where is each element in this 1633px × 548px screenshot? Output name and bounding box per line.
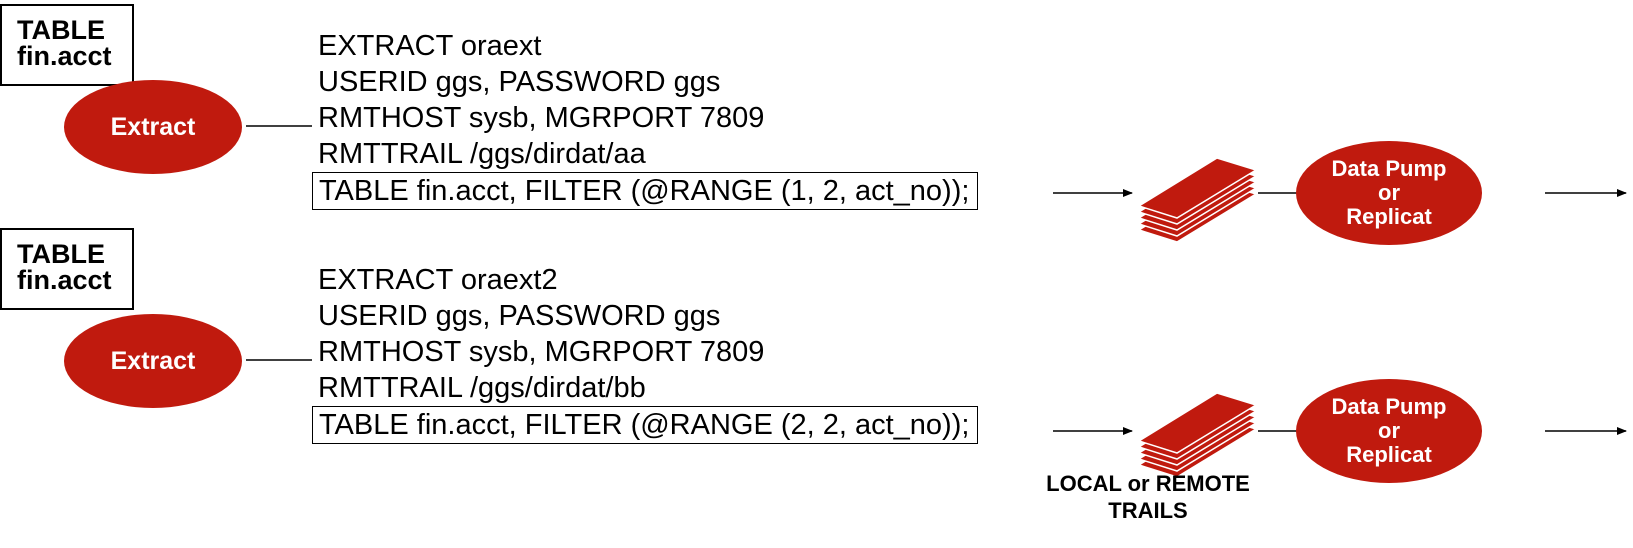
source-table-box: TABLE fin.acct <box>0 228 134 310</box>
data-pump-process: Data Pump or Replicat <box>1296 379 1482 483</box>
trails-caption: LOCAL or REMOTE TRAILS <box>1020 470 1276 524</box>
param-line: RMTHOST sysb, MGRPORT 7809 <box>318 336 765 368</box>
trails-caption-line: TRAILS <box>1108 498 1188 523</box>
param-line: RMTTRAIL /ggs/dirdat/aa <box>318 138 646 170</box>
table-keyword: TABLE <box>17 239 105 269</box>
param-line: RMTHOST sysb, MGRPORT 7809 <box>318 102 765 134</box>
data-pump-process: Data Pump or Replicat <box>1296 141 1482 245</box>
pump-label-line: or <box>1378 418 1400 443</box>
extract-label: Extract <box>110 346 196 375</box>
param-line: USERID ggs, PASSWORD ggs <box>318 66 721 98</box>
pump-label-line: Data Pump <box>1331 156 1447 181</box>
trail-files-icon <box>1138 157 1257 243</box>
extract-parameters: EXTRACT oraext2 USERID ggs, PASSWORD ggs… <box>312 262 979 444</box>
param-line: EXTRACT oraext <box>318 30 542 62</box>
param-line: USERID ggs, PASSWORD ggs <box>318 300 721 332</box>
trail-files-icon <box>1138 392 1257 478</box>
source-table-box: TABLE fin.acct <box>0 4 134 86</box>
pump-label-line: or <box>1378 180 1400 205</box>
extract-process: Extract <box>64 314 242 408</box>
table-filter-statement: TABLE fin.acct, FILTER (@RANGE (2, 2, ac… <box>312 406 979 444</box>
extract-label: Extract <box>110 112 196 141</box>
pump-label-line: Replicat <box>1346 442 1432 467</box>
pump-label-line: Data Pump <box>1331 394 1447 419</box>
extract-parameters: EXTRACT oraext USERID ggs, PASSWORD ggs … <box>312 28 979 210</box>
trails-caption-line: LOCAL or REMOTE <box>1046 471 1250 496</box>
pump-label-line: Replicat <box>1346 204 1432 229</box>
table-name: fin.acct <box>17 265 112 295</box>
table-keyword: TABLE <box>17 15 105 45</box>
table-name: fin.acct <box>17 41 112 71</box>
extract-process: Extract <box>64 80 242 174</box>
table-filter-statement: TABLE fin.acct, FILTER (@RANGE (1, 2, ac… <box>312 172 979 210</box>
param-line: RMTTRAIL /ggs/dirdat/bb <box>318 372 646 404</box>
param-line: EXTRACT oraext2 <box>318 264 558 296</box>
